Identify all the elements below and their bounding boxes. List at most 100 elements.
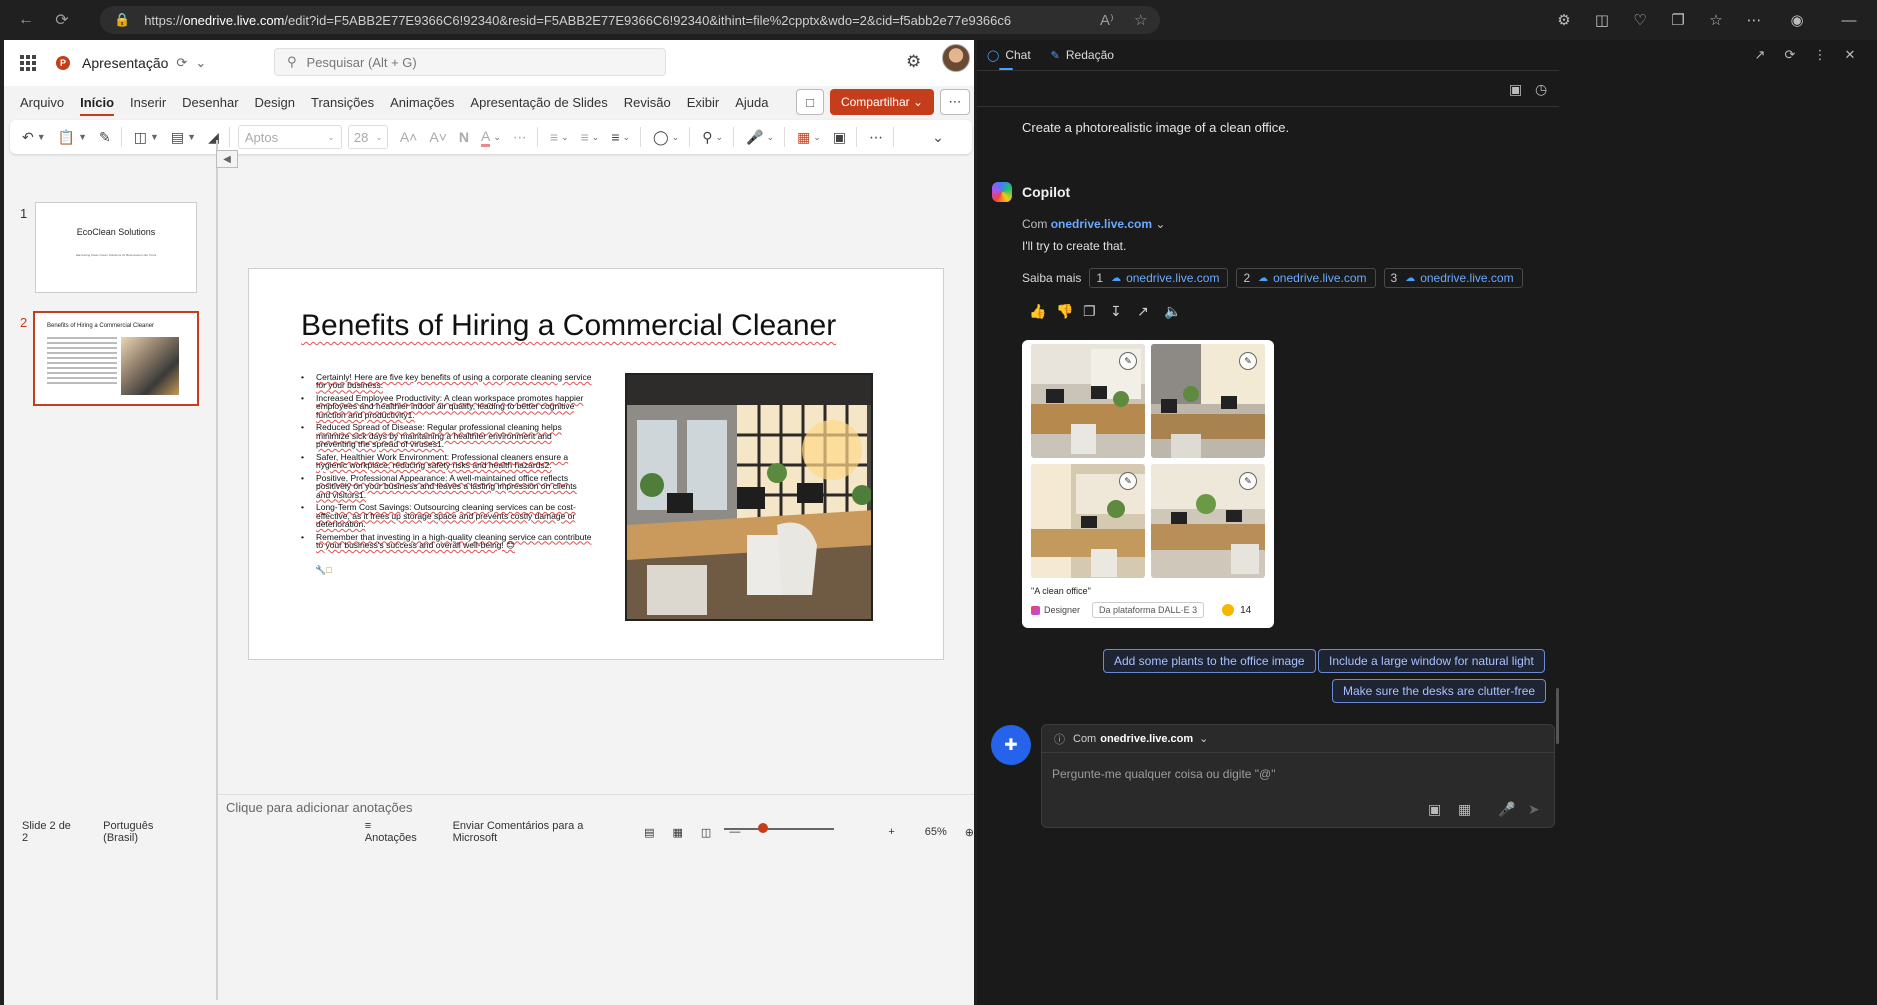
share-button[interactable]: Compartilhar ⌄ [830,89,934,115]
more-font-icon[interactable]: ⋯ [513,129,527,146]
chat-input-box[interactable]: ⓘ Com onedrive.live.com ⌄ Pergunte-me qu… [1041,724,1555,828]
tab-ajuda[interactable]: Ajuda [735,89,768,116]
customize-icon[interactable]: ✎ [1119,472,1137,490]
browser-essentials-icon[interactable]: ♡ [1621,11,1659,29]
collections-icon[interactable]: ❐ [1659,11,1697,29]
search-input[interactable]: ⚲ Pesquisar (Alt + G) [274,48,666,76]
tab-redacao[interactable]: ✎ Redação [1041,40,1124,70]
share-icon[interactable]: ↗ [1137,303,1164,320]
address-bar[interactable]: 🔒 https://onedrive.live.com/edit?id=F5AB… [100,6,1160,34]
tab-chat[interactable]: ◯ Chat [977,40,1041,70]
normal-view-icon[interactable]: ▤ [644,826,654,839]
expand-ribbon-icon[interactable]: ⌄ [932,129,944,146]
tab-inserir[interactable]: Inserir [130,89,166,116]
font-color-icon[interactable]: A ⌄ [481,128,501,147]
new-slide-icon[interactable]: ◫ ▼ [134,129,159,146]
paste-icon[interactable]: 📋 ▼ [58,129,87,146]
generated-image[interactable]: ✎ [1151,344,1265,458]
generated-image[interactable]: ✎ [1031,464,1145,578]
align-icon[interactable]: ≡ ⌄ [611,129,630,145]
tab-design[interactable]: Design [255,89,295,116]
font-size-select[interactable]: 28 ⌄ [347,125,388,149]
screenshot-icon[interactable]: ▦ [1458,801,1471,818]
split-screen-icon[interactable]: ◫ [1583,11,1621,29]
back-icon[interactable]: ← [12,6,40,34]
bullets-icon[interactable]: ≡ ⌄ [550,129,569,145]
context-indicator[interactable]: Com onedrive.live.com ⌄ [1022,217,1165,231]
suggestion-chip[interactable]: Make sure the desks are clutter-free [1332,679,1547,703]
refresh-icon[interactable]: ⟳ [48,6,76,34]
shrink-font-icon[interactable]: A˅ [429,129,447,145]
add-image-icon[interactable]: ▣ [1428,801,1441,818]
tab-arquivo[interactable]: Arquivo [20,89,64,116]
comments-button[interactable]: □ [796,89,824,115]
more-options-button[interactable]: ⋯ [940,89,970,115]
slide-title[interactable]: Benefits of Hiring a Commercial Cleaner [301,309,836,343]
favorites-icon[interactable]: ☆ [1697,11,1735,29]
tab-desenhar[interactable]: Desenhar [182,89,238,116]
customize-icon[interactable]: ✎ [1239,472,1257,490]
fit-slide-icon[interactable]: ⊕ [965,826,974,839]
customize-icon[interactable]: ✎ [1119,352,1137,370]
speaker-icon[interactable]: 🔈 [1164,303,1191,320]
more-icon[interactable]: ⋮ [1805,47,1835,63]
source-link[interactable]: 3 ☁ onedrive.live.com [1383,268,1523,288]
language-indicator[interactable]: Português (Brasil) [103,820,187,844]
reading-view-icon[interactable]: ◫ [701,826,711,839]
thumbs-down-icon[interactable]: 👎 [1056,303,1083,320]
settings-gear-icon[interactable]: ⚙ [906,52,921,72]
generated-image[interactable]: ✎ [1031,344,1145,458]
read-aloud-icon[interactable]: A⁾ [1100,11,1114,29]
favorite-star-icon[interactable]: ☆ [1134,11,1147,29]
thumbs-up-icon[interactable]: 👍 [1029,303,1056,320]
tab-animacoes[interactable]: Animações [390,89,454,116]
source-link[interactable]: 1 ☁ onedrive.live.com [1089,268,1229,288]
slide-body[interactable]: Certainly! Here are five key benefits of… [301,373,593,554]
feedback-link[interactable]: Enviar Comentários para a Microsoft [453,820,623,844]
history-icon[interactable]: ◷ [1535,81,1547,98]
tab-inicio[interactable]: Início [80,89,115,116]
extensions-icon[interactable]: ⚙ [1545,11,1583,29]
input-context-row[interactable]: ⓘ Com onedrive.live.com ⌄ [1042,725,1554,753]
tab-revisao[interactable]: Revisão [624,89,671,116]
plugins-icon[interactable]: ▣ [1509,81,1522,98]
designer-icon[interactable]: ▣ [833,129,846,146]
chevron-down-icon[interactable]: ⌄ [195,55,206,71]
font-name-select[interactable]: Aptos ⌄ [237,125,342,149]
layout-icon[interactable]: ▤ ▼ [171,129,196,146]
ribbon-more-icon[interactable]: ⋯ [869,129,883,146]
scrollbar[interactable] [1556,688,1559,744]
generated-image[interactable]: ✎ [1151,464,1265,578]
shapes-icon[interactable]: ◯ ⌄ [653,129,679,146]
download-icon[interactable]: ↧ [1110,303,1137,320]
tab-exibir[interactable]: Exibir [687,89,720,116]
sorter-view-icon[interactable]: ▦ [673,826,683,839]
numbering-icon[interactable]: ≡ ⌄ [581,129,600,145]
designer-label[interactable]: Designer [1044,605,1080,615]
suggestion-chip[interactable]: Add some plants to the office image [1103,649,1316,673]
copy-icon[interactable]: ❐ [1083,303,1110,320]
browser-more-icon[interactable]: ⋯ [1735,11,1773,29]
app-launcher-icon[interactable] [20,55,36,71]
suggestion-chip[interactable]: Include a large window for natural light [1318,649,1545,673]
zoom-in-icon[interactable]: + [888,826,894,838]
microphone-icon[interactable]: 🎤 [1498,801,1515,818]
format-painter-icon[interactable]: ✎ [99,129,111,146]
refresh-icon[interactable]: ⟳ [1775,47,1805,63]
find-icon[interactable]: ⚲ ⌄ [702,129,723,146]
minimize-icon[interactable]: — [1821,12,1877,29]
slide-thumbnail-2[interactable]: Benefits of Hiring a Commercial Cleaner [33,311,199,406]
source-link[interactable]: 2 ☁ onedrive.live.com [1236,268,1376,288]
slide-canvas[interactable]: Benefits of Hiring a Commercial Cleaner … [248,268,944,660]
slide-thumbnail-1[interactable]: EcoClean Solutions Harvesting Clean Gree… [35,202,197,293]
copilot-icon[interactable]: ◉ [1773,11,1821,29]
add-ins-icon[interactable]: ▦ ⌄ [797,129,821,146]
new-topic-button[interactable]: ✚ [991,725,1031,765]
panel-divider[interactable] [216,140,218,1000]
send-icon[interactable]: ➤ [1528,801,1540,818]
tab-apresentacao[interactable]: Apresentação de Slides [470,89,607,116]
notes-toggle-button[interactable]: ≡ Anotações [365,820,423,844]
avatar[interactable] [942,44,970,72]
open-in-new-icon[interactable]: ↗ [1745,47,1775,63]
customize-icon[interactable]: ✎ [1239,352,1257,370]
